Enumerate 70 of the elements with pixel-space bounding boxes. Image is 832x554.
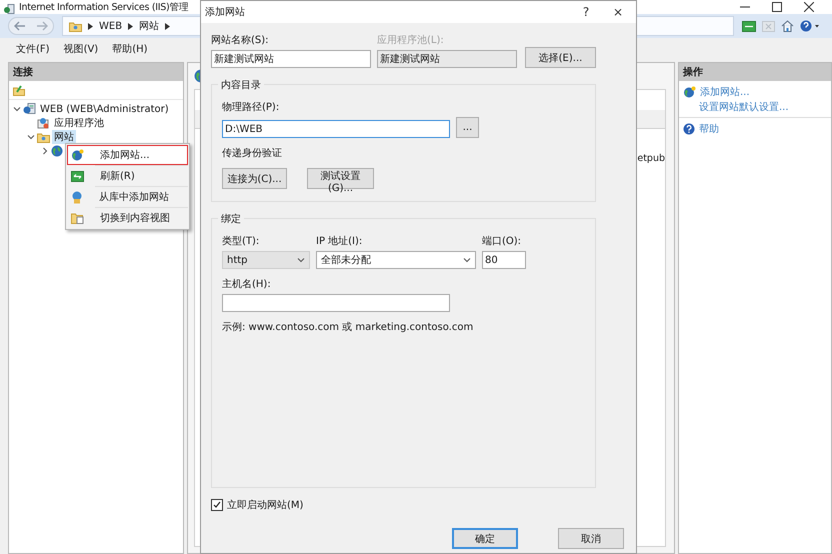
expanded-chevron-icon[interactable] xyxy=(463,256,471,264)
close-button[interactable]: × xyxy=(604,2,632,22)
expanded-chevron-icon[interactable] xyxy=(27,133,35,141)
dialog-button[interactable]: 取消 xyxy=(558,528,624,549)
panel-header: 操作 xyxy=(679,63,831,81)
check-icon xyxy=(213,501,221,509)
add-site-icon xyxy=(683,86,696,98)
menu-item[interactable]: 视图(V) xyxy=(64,42,98,56)
back-arrow-icon[interactable] xyxy=(14,21,26,31)
site-globe-icon xyxy=(51,145,63,157)
auth-label: 传递身份验证 xyxy=(222,146,283,160)
field-label: 类型(T): xyxy=(222,234,260,248)
content-view-icon xyxy=(71,212,84,224)
refresh-icon[interactable] xyxy=(742,20,756,32)
menu-item[interactable]: 文件(F) xyxy=(16,42,50,56)
context-menu-item[interactable]: 从库中添加网站 xyxy=(67,187,188,207)
help-button[interactable]: ? xyxy=(572,2,600,22)
field-label: 主机名(H): xyxy=(222,278,272,291)
dialog-title: 添加网站 xyxy=(205,6,246,19)
window-title: Internet Information Services (IIS)管理 xyxy=(19,0,189,14)
breadcrumb-arrow-icon[interactable] xyxy=(128,22,134,30)
breadcrumb-item[interactable]: 网站 xyxy=(139,19,160,33)
folder-icon xyxy=(69,20,82,32)
port-field[interactable]: 80 xyxy=(482,251,526,269)
group-title: 绑定 xyxy=(218,212,244,226)
help-icon[interactable] xyxy=(800,20,820,32)
server-icon xyxy=(23,103,36,115)
connect-as-button[interactable]: 连接为(C)... xyxy=(222,168,287,189)
breadcrumb-arrow-icon[interactable] xyxy=(165,22,170,30)
action-link[interactable]: 设置网站默认设置... xyxy=(699,100,789,114)
tree-node-label[interactable]: WEB (WEB\Administrator) xyxy=(38,104,171,114)
field-label: 物理路径(P): xyxy=(222,101,280,114)
action-link[interactable]: 帮助 xyxy=(699,122,719,136)
dialog-button[interactable]: 确定 xyxy=(452,528,518,549)
context-menu-item[interactable]: 刷新(R) xyxy=(67,166,188,186)
action-link[interactable]: 添加网站... xyxy=(700,84,750,98)
field-label: 端口(O): xyxy=(482,234,522,248)
browse-button[interactable]: ... xyxy=(456,117,479,138)
context-menu-item[interactable]: 添加网站... xyxy=(67,145,188,165)
example-text: 示例: www.contoso.com 或 marketing.contoso.com xyxy=(222,320,474,334)
close-icon[interactable] xyxy=(804,2,814,12)
tree-node-label[interactable]: 应用程序池 xyxy=(52,116,106,130)
host-name-field[interactable] xyxy=(222,294,450,312)
site-name-field[interactable]: 新建测试网站 xyxy=(211,50,371,68)
field-label: 应用程序池(L): xyxy=(377,34,445,47)
group-title: 内容目录 xyxy=(218,78,264,92)
home-icon[interactable] xyxy=(781,20,794,32)
connect-icon[interactable] xyxy=(13,84,25,96)
context-menu-item[interactable]: 切换到内容视图 xyxy=(67,208,188,228)
app-pool-icon xyxy=(37,117,50,129)
expanded-chevron-icon[interactable] xyxy=(13,105,21,113)
folder-icon xyxy=(37,132,50,142)
breadcrumb-item[interactable]: WEB xyxy=(99,20,122,32)
path-fragment-text: etpub xyxy=(637,153,665,164)
physical-path-field[interactable]: D:\WEB xyxy=(222,120,450,138)
refresh-icon xyxy=(71,170,84,182)
start-site-checkbox[interactable]: 立即启动网站(M) xyxy=(211,498,596,512)
ip-address-select[interactable]: 全部未分配 xyxy=(316,251,476,269)
add-site-icon xyxy=(71,149,84,161)
help-icon xyxy=(683,122,695,134)
breadcrumb-arrow-icon[interactable] xyxy=(88,22,93,30)
maximize-icon[interactable] xyxy=(772,2,782,12)
tree-node-label[interactable]: 网站 xyxy=(52,130,76,144)
gallery-icon xyxy=(71,190,83,204)
panel-header: 连接 xyxy=(9,63,183,81)
field-label: 网站名称(S): xyxy=(211,34,270,47)
select-button[interactable]: 选择(E)... xyxy=(525,47,596,68)
collapsed-chevron-icon[interactable] xyxy=(41,147,49,155)
field-label: IP 地址(I): xyxy=(316,234,364,248)
menu-item[interactable]: 帮助(H) xyxy=(112,42,148,56)
